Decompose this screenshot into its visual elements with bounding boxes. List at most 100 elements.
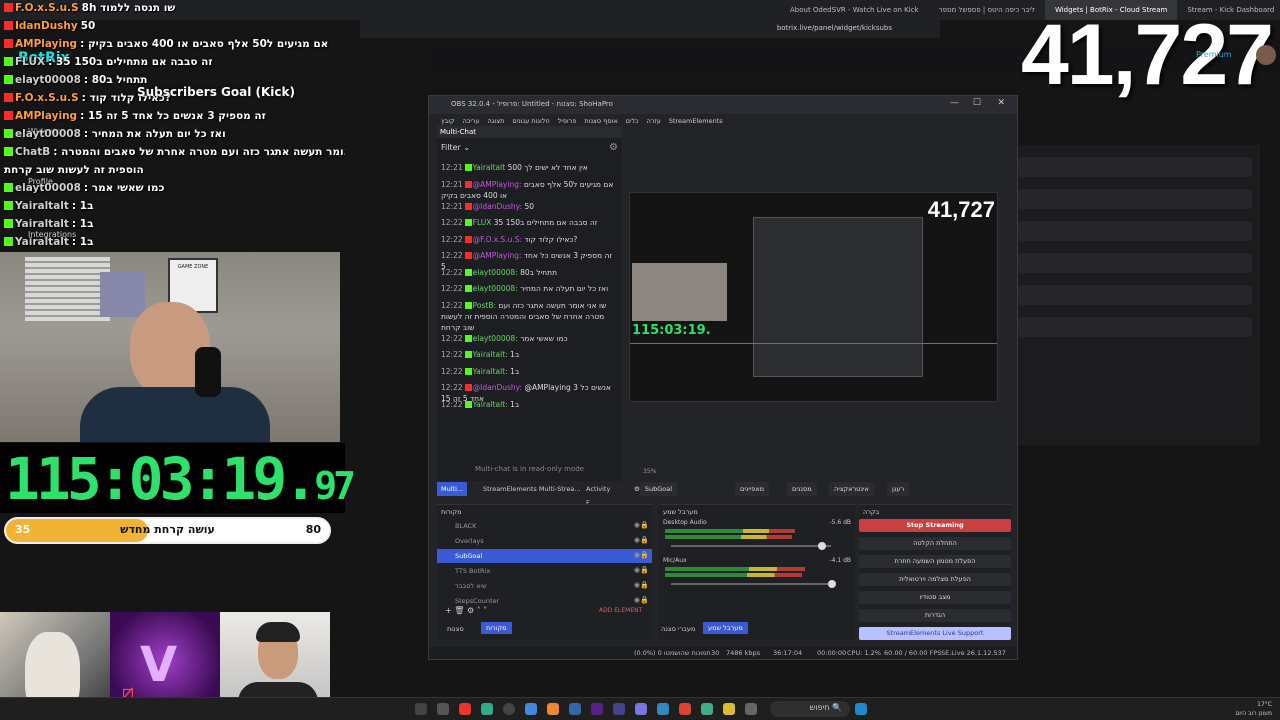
lock-icon[interactable]: 🔒	[640, 521, 649, 529]
address-bar[interactable]: botrix.live/panel/widget/kicksubs	[360, 20, 940, 38]
tab-se-multistream[interactable]: StreamElements Multi-Strea...	[479, 482, 585, 496]
close-icon[interactable]: ✕	[997, 98, 1005, 108]
taskbar-search[interactable]: חיפוש 🔍	[770, 701, 850, 717]
lock-icon[interactable]: 🔒	[640, 551, 649, 559]
app-icon[interactable]	[745, 703, 757, 715]
menu-item[interactable]: קובץ	[441, 117, 455, 125]
app-icon[interactable]	[591, 703, 603, 715]
filter-dropdown[interactable]: Filter ⌄	[437, 138, 622, 156]
taskbar: חיפוש 🔍 17°C מעונן רוב היום	[0, 697, 1280, 720]
refresh-button[interactable]: רענן	[887, 482, 910, 496]
chat-text: : זה מספיק 3 אנשים כל אחד 5 זה 15	[80, 110, 266, 122]
eye-icon[interactable]: ◉	[634, 596, 640, 604]
minimize-icon[interactable]: —	[950, 98, 959, 108]
app-icon[interactable]	[547, 703, 559, 715]
goal-target: 80	[305, 523, 321, 536]
source-item[interactable]: TTS BotRix ◉ 🔒	[437, 564, 652, 578]
multichat-message: 12:22 PostB: שו אני אומר תעשה אתגר כזה וע…	[441, 300, 607, 332]
lock-icon[interactable]: 🔒	[640, 566, 649, 574]
chat-text: : אם מגיעים ל50 אלף סאבים או 400 סאבים ב…	[80, 38, 329, 50]
chat-username: Yairaltalt	[15, 200, 69, 212]
chat-username: IdanDushy	[15, 20, 78, 32]
menu-item[interactable]: חלונות עגונים	[512, 117, 549, 125]
filters-button[interactable]: מסננים	[787, 482, 817, 496]
control-button[interactable]: התחלת הקלטה	[859, 537, 1011, 550]
menu-item[interactable]: פרופיל	[558, 117, 577, 125]
scene-toolbar: ⚙ SubGoal מאפיינים מסננים אינטראקציה רענ…	[629, 482, 998, 496]
menu-item[interactable]: תצוגה	[488, 117, 505, 125]
eye-icon[interactable]: ◉	[634, 521, 640, 529]
interact-button[interactable]: אינטראקציה	[829, 482, 874, 496]
menu-item[interactable]: אוסף סצנות	[584, 117, 617, 125]
tab-sources[interactable]: מקורות	[481, 622, 512, 634]
control-button[interactable]: הפעלת מצלמה וירטואלית	[859, 573, 1011, 586]
app-icon[interactable]	[679, 703, 691, 715]
obs-titlebar[interactable]: OBS 32.0.4 - פרופיל: Untitled - סצנות: S…	[429, 96, 1017, 114]
eye-icon[interactable]: ◉	[634, 581, 640, 589]
control-button[interactable]: מצב סטודיו	[859, 591, 1011, 604]
chat-text: : ב1	[71, 200, 94, 212]
tab-transitions[interactable]: מעברי סצנה	[661, 625, 695, 633]
menu-item[interactable]: עריכה	[463, 117, 480, 125]
app-icon[interactable]	[569, 703, 581, 715]
chat-username: AMPlaying	[15, 110, 78, 122]
tab-multichat[interactable]: Multi...	[437, 482, 468, 496]
control-button[interactable]: הגדרות	[859, 609, 1011, 622]
source-item[interactable]: Overlays ◉ 🔒	[437, 534, 652, 548]
chat-message: Yairaltalt: ב1	[0, 218, 345, 230]
avatar[interactable]	[1256, 45, 1276, 65]
mixer-channel-name: Mic/Aux	[663, 557, 687, 564]
obs-preview[interactable]: 41,727 115:03:19.	[629, 192, 998, 402]
chat-message: ChatB: שו אני אומר תעשה אתגר כזה ועם מטר…	[0, 146, 345, 158]
app-icon[interactable]	[701, 703, 713, 715]
volume-slider[interactable]	[671, 542, 831, 550]
lock-icon[interactable]: 🔒	[640, 536, 649, 544]
add-element-button[interactable]: ADD ELEMENT	[599, 607, 642, 614]
obs-window[interactable]: OBS 32.0.4 - פרופיל: Untitled - סצנות: S…	[428, 95, 1018, 660]
app-icon[interactable]	[525, 703, 537, 715]
menu-item[interactable]: StreamElements	[669, 117, 723, 125]
control-button[interactable]: StreamElements Live Support	[859, 627, 1011, 640]
menu-item[interactable]: עזרה	[647, 117, 661, 125]
maximize-icon[interactable]: ☐	[973, 98, 981, 108]
app-icon[interactable]	[459, 703, 471, 715]
add-source-icon[interactable]: + 🗑 ⚙ ˄ ˅	[445, 606, 487, 615]
eye-icon[interactable]: ◉	[634, 536, 640, 544]
lock-icon[interactable]: 🔒	[640, 596, 649, 604]
audio-mixer: מערבל שמע Desktop Audio -5.6 dB Mic/Aux -4.…	[659, 504, 855, 640]
properties-button[interactable]: מאפיינים	[735, 482, 770, 496]
zoom-level[interactable]: 35%	[643, 468, 656, 475]
start-icon[interactable]	[415, 703, 427, 715]
eye-icon[interactable]: ◉	[634, 566, 640, 574]
gear-icon[interactable]: ⚙	[609, 142, 618, 153]
control-button[interactable]: Stop Streaming	[859, 519, 1011, 532]
control-button[interactable]: הפעלת מטמון השמעה חוזרת	[859, 555, 1011, 568]
eye-icon[interactable]: ◉	[634, 551, 640, 559]
app-icon[interactable]	[657, 703, 669, 715]
source-item[interactable]: שיא לסבבר ◉ 🔒	[437, 579, 652, 593]
goal-label: עושה קרחת מחדש	[120, 523, 215, 536]
menu-item[interactable]: כלים	[626, 117, 639, 125]
volume-slider[interactable]	[671, 580, 836, 588]
app-icon[interactable]	[613, 703, 625, 715]
obs-statusbar: (0.0%) 0 תמונות שהושמטו 30 7486 kbps 36:…	[429, 647, 1017, 659]
tab-activity[interactable]: Activity F...	[582, 482, 622, 507]
tab-audio-mixer[interactable]: מערבל שמע	[703, 622, 748, 634]
lock-icon[interactable]: 🔒	[640, 581, 649, 589]
source-item[interactable]: BLACK ◉ 🔒	[437, 519, 652, 533]
obs-icon[interactable]	[503, 703, 515, 715]
premium-badge[interactable]: Premium	[1196, 50, 1232, 59]
folder-icon[interactable]	[723, 703, 735, 715]
weather-widget[interactable]: 17°C מעונן רוב היום	[1235, 700, 1272, 718]
taskview-icon[interactable]	[437, 703, 449, 715]
chat-username: elayt00008	[15, 128, 81, 140]
browser-tab[interactable]: About OdedSVR - Watch Live on Kick	[780, 0, 929, 20]
chat-username: F.O.x.S.u.S	[15, 2, 79, 14]
volume-meter	[665, 529, 795, 533]
app-icon[interactable]	[855, 703, 867, 715]
discord-icon[interactable]	[635, 703, 647, 715]
source-item[interactable]: SubGoal ◉ 🔒	[437, 549, 652, 563]
tab-scenes[interactable]: סצנות	[447, 625, 464, 633]
platform-icon	[4, 201, 13, 210]
app-icon[interactable]	[481, 703, 493, 715]
